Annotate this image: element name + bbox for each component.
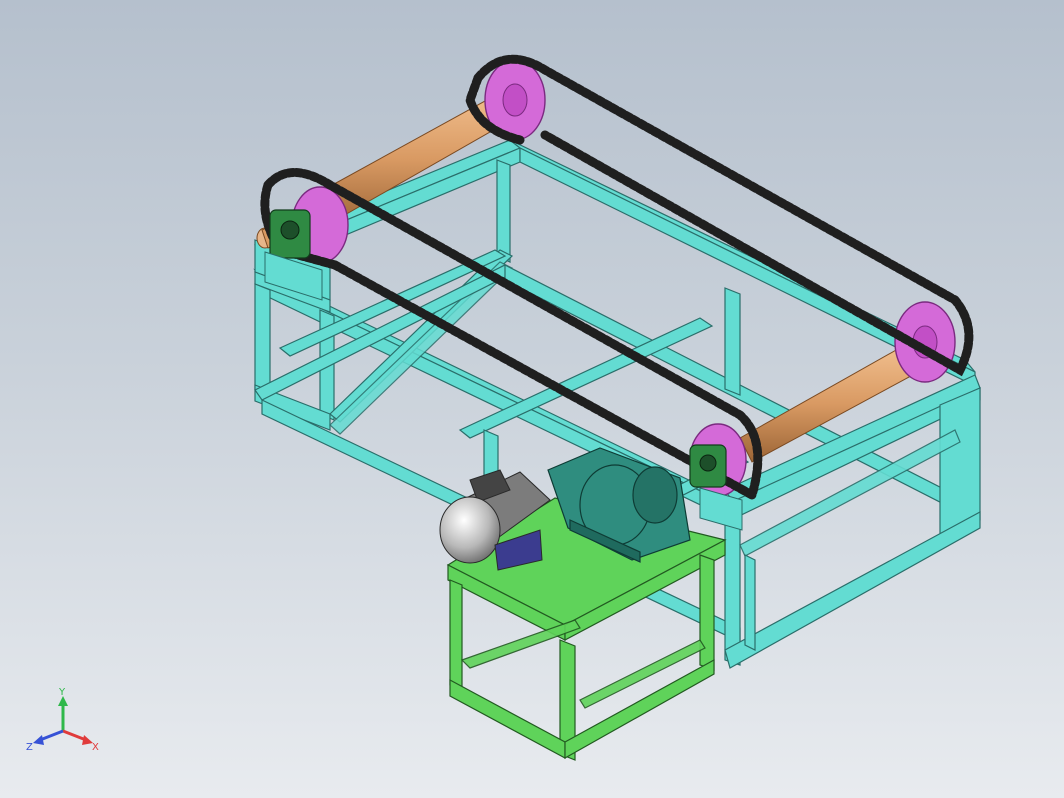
- cad-viewport[interactable]: Y X Z: [0, 0, 1064, 798]
- y-axis-label: Y: [58, 687, 66, 698]
- orientation-triad: Y X Z: [26, 687, 99, 753]
- z-axis-arrow: [39, 729, 64, 742]
- z-axis-label: Z: [26, 742, 33, 753]
- conveyor-assembly-model[interactable]: [0, 0, 1064, 798]
- x-axis-arrow: [62, 729, 87, 742]
- x-axis-label: X: [92, 742, 99, 753]
- z-axis-head: [33, 735, 44, 745]
